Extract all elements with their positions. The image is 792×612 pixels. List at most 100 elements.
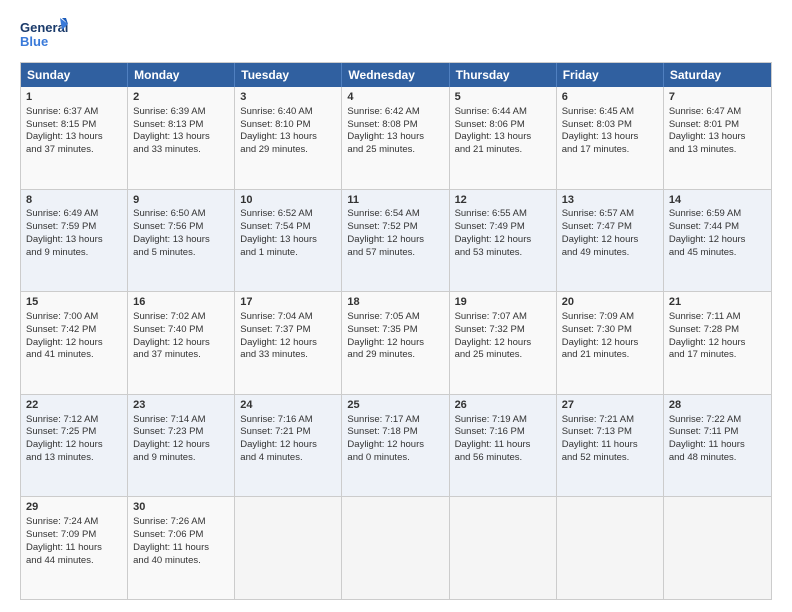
daylight-line2: and 41 minutes. xyxy=(26,349,94,360)
daylight-line2: and 40 minutes. xyxy=(133,555,201,566)
day-number: 12 xyxy=(455,193,551,208)
sunrise-line: Sunrise: 7:26 AM xyxy=(133,516,205,527)
day-number: 17 xyxy=(240,295,336,310)
sunset-line: Sunset: 8:10 PM xyxy=(240,119,310,130)
calendar-cell xyxy=(664,497,771,599)
calendar-day-header: Wednesday xyxy=(342,63,449,87)
calendar-cell: 1 Sunrise: 6:37 AM Sunset: 8:15 PM Dayli… xyxy=(21,87,128,189)
sunrise-line: Sunrise: 6:47 AM xyxy=(669,106,741,117)
calendar-cell: 22 Sunrise: 7:12 AM Sunset: 7:25 PM Dayl… xyxy=(21,395,128,497)
sunset-line: Sunset: 7:32 PM xyxy=(455,324,525,335)
sunrise-line: Sunrise: 7:11 AM xyxy=(669,311,741,322)
daylight-line1: Daylight: 13 hours xyxy=(26,131,103,142)
day-number: 27 xyxy=(562,398,658,413)
sunrise-line: Sunrise: 7:00 AM xyxy=(26,311,98,322)
calendar-cell: 3 Sunrise: 6:40 AM Sunset: 8:10 PM Dayli… xyxy=(235,87,342,189)
calendar-day-header: Monday xyxy=(128,63,235,87)
sunrise-line: Sunrise: 6:55 AM xyxy=(455,208,527,219)
calendar-cell: 10 Sunrise: 6:52 AM Sunset: 7:54 PM Dayl… xyxy=(235,190,342,292)
calendar-day-header: Saturday xyxy=(664,63,771,87)
calendar-cell: 21 Sunrise: 7:11 AM Sunset: 7:28 PM Dayl… xyxy=(664,292,771,394)
daylight-line1: Daylight: 12 hours xyxy=(347,234,424,245)
sunrise-line: Sunrise: 6:44 AM xyxy=(455,106,527,117)
daylight-line2: and 45 minutes. xyxy=(669,247,737,258)
sunset-line: Sunset: 7:47 PM xyxy=(562,221,632,232)
daylight-line1: Daylight: 11 hours xyxy=(133,542,209,553)
daylight-line2: and 37 minutes. xyxy=(26,144,94,155)
sunrise-line: Sunrise: 6:42 AM xyxy=(347,106,419,117)
calendar-cell: 16 Sunrise: 7:02 AM Sunset: 7:40 PM Dayl… xyxy=(128,292,235,394)
sunrise-line: Sunrise: 7:17 AM xyxy=(347,414,419,425)
sunrise-line: Sunrise: 6:37 AM xyxy=(26,106,98,117)
daylight-line2: and 48 minutes. xyxy=(669,452,737,463)
sunset-line: Sunset: 8:01 PM xyxy=(669,119,739,130)
daylight-line2: and 52 minutes. xyxy=(562,452,630,463)
sunset-line: Sunset: 7:23 PM xyxy=(133,426,203,437)
sunset-line: Sunset: 8:15 PM xyxy=(26,119,96,130)
calendar-cell: 5 Sunrise: 6:44 AM Sunset: 8:06 PM Dayli… xyxy=(450,87,557,189)
daylight-line1: Daylight: 13 hours xyxy=(240,131,317,142)
daylight-line2: and 9 minutes. xyxy=(133,452,195,463)
sunrise-line: Sunrise: 7:24 AM xyxy=(26,516,98,527)
calendar-cell: 13 Sunrise: 6:57 AM Sunset: 7:47 PM Dayl… xyxy=(557,190,664,292)
calendar-week-row: 1 Sunrise: 6:37 AM Sunset: 8:15 PM Dayli… xyxy=(21,87,771,190)
sunrise-line: Sunrise: 7:02 AM xyxy=(133,311,205,322)
sunrise-line: Sunrise: 6:50 AM xyxy=(133,208,205,219)
daylight-line1: Daylight: 12 hours xyxy=(562,234,639,245)
calendar-cell: 8 Sunrise: 6:49 AM Sunset: 7:59 PM Dayli… xyxy=(21,190,128,292)
daylight-line2: and 53 minutes. xyxy=(455,247,523,258)
daylight-line2: and 37 minutes. xyxy=(133,349,201,360)
calendar-cell: 9 Sunrise: 6:50 AM Sunset: 7:56 PM Dayli… xyxy=(128,190,235,292)
calendar-cell: 20 Sunrise: 7:09 AM Sunset: 7:30 PM Dayl… xyxy=(557,292,664,394)
daylight-line1: Daylight: 13 hours xyxy=(347,131,424,142)
sunrise-line: Sunrise: 6:54 AM xyxy=(347,208,419,219)
daylight-line1: Daylight: 13 hours xyxy=(26,234,103,245)
daylight-line2: and 49 minutes. xyxy=(562,247,630,258)
daylight-line1: Daylight: 12 hours xyxy=(669,234,746,245)
day-number: 4 xyxy=(347,90,443,105)
sunrise-line: Sunrise: 7:09 AM xyxy=(562,311,634,322)
calendar-cell xyxy=(557,497,664,599)
calendar-cell: 12 Sunrise: 6:55 AM Sunset: 7:49 PM Dayl… xyxy=(450,190,557,292)
calendar-cell: 23 Sunrise: 7:14 AM Sunset: 7:23 PM Dayl… xyxy=(128,395,235,497)
daylight-line2: and 4 minutes. xyxy=(240,452,302,463)
daylight-line2: and 17 minutes. xyxy=(669,349,737,360)
calendar-cell: 4 Sunrise: 6:42 AM Sunset: 8:08 PM Dayli… xyxy=(342,87,449,189)
calendar-cell: 14 Sunrise: 6:59 AM Sunset: 7:44 PM Dayl… xyxy=(664,190,771,292)
sunset-line: Sunset: 7:59 PM xyxy=(26,221,96,232)
sunrise-line: Sunrise: 6:45 AM xyxy=(562,106,634,117)
calendar-day-header: Friday xyxy=(557,63,664,87)
daylight-line1: Daylight: 12 hours xyxy=(455,337,532,348)
svg-text:Blue: Blue xyxy=(20,34,48,49)
daylight-line2: and 33 minutes. xyxy=(133,144,201,155)
daylight-line1: Daylight: 13 hours xyxy=(240,234,317,245)
day-number: 5 xyxy=(455,90,551,105)
sunset-line: Sunset: 7:30 PM xyxy=(562,324,632,335)
daylight-line1: Daylight: 12 hours xyxy=(26,439,103,450)
daylight-line2: and 21 minutes. xyxy=(562,349,630,360)
daylight-line1: Daylight: 11 hours xyxy=(562,439,638,450)
day-number: 15 xyxy=(26,295,122,310)
daylight-line1: Daylight: 12 hours xyxy=(240,439,317,450)
day-number: 18 xyxy=(347,295,443,310)
calendar-cell: 7 Sunrise: 6:47 AM Sunset: 8:01 PM Dayli… xyxy=(664,87,771,189)
sunset-line: Sunset: 7:42 PM xyxy=(26,324,96,335)
daylight-line2: and 13 minutes. xyxy=(26,452,94,463)
day-number: 24 xyxy=(240,398,336,413)
daylight-line1: Daylight: 12 hours xyxy=(133,337,210,348)
daylight-line1: Daylight: 13 hours xyxy=(562,131,639,142)
calendar-cell: 11 Sunrise: 6:54 AM Sunset: 7:52 PM Dayl… xyxy=(342,190,449,292)
sunset-line: Sunset: 7:18 PM xyxy=(347,426,417,437)
sunrise-line: Sunrise: 6:49 AM xyxy=(26,208,98,219)
sunset-line: Sunset: 8:06 PM xyxy=(455,119,525,130)
sunrise-line: Sunrise: 7:07 AM xyxy=(455,311,527,322)
sunset-line: Sunset: 7:16 PM xyxy=(455,426,525,437)
day-number: 23 xyxy=(133,398,229,413)
sunset-line: Sunset: 7:49 PM xyxy=(455,221,525,232)
sunrise-line: Sunrise: 6:52 AM xyxy=(240,208,312,219)
sunset-line: Sunset: 7:25 PM xyxy=(26,426,96,437)
calendar-cell: 19 Sunrise: 7:07 AM Sunset: 7:32 PM Dayl… xyxy=(450,292,557,394)
calendar-cell: 24 Sunrise: 7:16 AM Sunset: 7:21 PM Dayl… xyxy=(235,395,342,497)
sunrise-line: Sunrise: 7:14 AM xyxy=(133,414,205,425)
day-number: 29 xyxy=(26,500,122,515)
